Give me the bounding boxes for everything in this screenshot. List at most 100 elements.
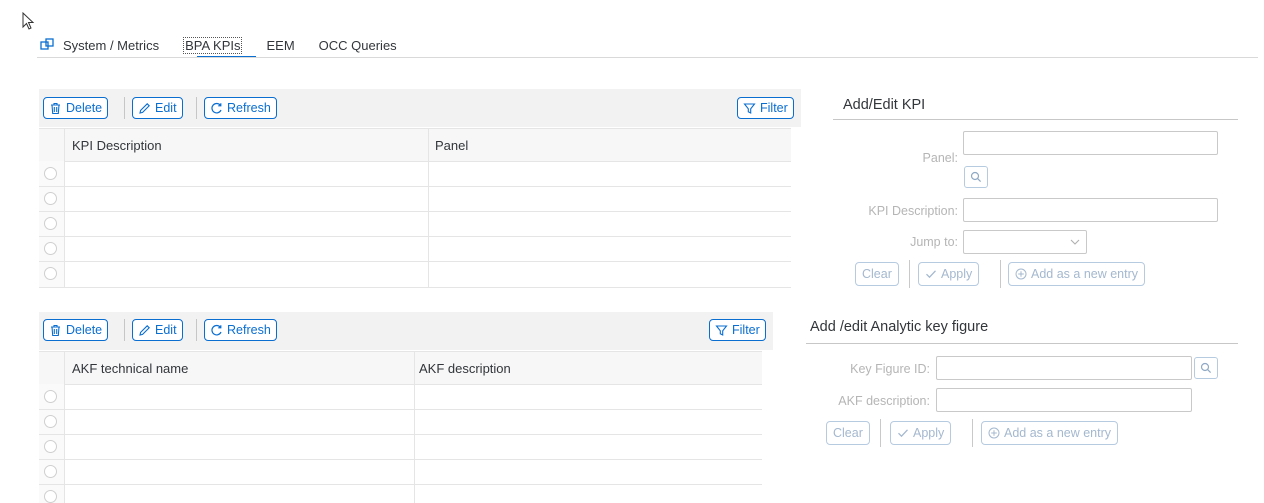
table-row[interactable] xyxy=(39,410,762,435)
table-row[interactable] xyxy=(39,435,762,460)
key-figure-search-button[interactable] xyxy=(1194,357,1218,379)
akf-apply-button[interactable]: Apply xyxy=(890,421,952,445)
table-row[interactable] xyxy=(39,485,762,503)
row-selector xyxy=(39,485,65,503)
kpi-table-header: KPI Description Panel xyxy=(39,128,791,162)
tab-eem-label: EEM xyxy=(266,37,295,53)
akf-edit-label: Edit xyxy=(155,323,177,337)
akf-delete-button[interactable]: Delete xyxy=(43,319,109,341)
kpi-delete-label: Delete xyxy=(66,101,103,115)
table-row[interactable] xyxy=(39,384,762,410)
form-separator xyxy=(880,419,881,447)
pencil-icon xyxy=(139,102,150,114)
kpi-refresh-label: Refresh xyxy=(227,101,271,115)
tab-eem[interactable]: EEM xyxy=(266,38,294,53)
akf-add-new-button[interactable]: Add as a new entry xyxy=(981,421,1119,445)
row-radio[interactable] xyxy=(44,192,57,205)
trash-icon xyxy=(51,324,60,336)
akf-delete-label: Delete xyxy=(66,323,103,337)
key-figure-id-label: Key Figure ID: xyxy=(850,362,930,376)
akf-filter-label: Filter xyxy=(732,323,760,337)
panel-label: Panel: xyxy=(922,151,958,165)
row-selector xyxy=(39,410,65,434)
tab-occ-queries-label: OCC Queries xyxy=(318,37,397,53)
akf-apply-label: Apply xyxy=(913,426,945,440)
akf-edit-button[interactable]: Edit xyxy=(132,319,183,341)
system-metrics-icon xyxy=(40,38,54,50)
row-radio[interactable] xyxy=(44,217,57,230)
form-separator xyxy=(909,260,910,288)
row-radio[interactable] xyxy=(44,167,57,180)
tab-bpa-kpis[interactable]: BPA KPIs xyxy=(183,36,243,54)
row-selector xyxy=(39,460,65,484)
akf-refresh-button[interactable]: Refresh xyxy=(204,319,277,341)
row-radio[interactable] xyxy=(44,390,57,403)
tab-system-metrics[interactable]: System / Metrics xyxy=(40,38,159,53)
row-radio[interactable] xyxy=(44,465,57,478)
trash-icon xyxy=(51,102,60,114)
row-radio[interactable] xyxy=(44,242,57,255)
kpi-form-rule xyxy=(833,119,1238,120)
kpi-clear-button[interactable]: Clear xyxy=(855,262,899,286)
tab-divider xyxy=(37,57,1258,58)
toolbar-separator xyxy=(124,319,125,341)
tab-occ-queries[interactable]: OCC Queries xyxy=(319,38,397,53)
checkmark-icon xyxy=(926,270,936,279)
kpi-form-title: Add/Edit KPI xyxy=(843,97,926,113)
form-separator xyxy=(1000,260,1001,288)
search-icon xyxy=(970,171,982,183)
row-selector xyxy=(39,212,65,236)
table-row[interactable] xyxy=(39,161,791,187)
kpi-col-description[interactable]: KPI Description xyxy=(72,129,162,161)
mouse-pointer-icon xyxy=(22,12,35,30)
row-selector xyxy=(39,161,65,186)
akf-refresh-label: Refresh xyxy=(227,323,271,337)
filter-icon xyxy=(715,324,728,336)
row-radio[interactable] xyxy=(44,440,57,453)
panel-search-button[interactable] xyxy=(964,166,988,188)
akf-description-input[interactable] xyxy=(936,388,1192,412)
row-selector xyxy=(39,237,65,261)
kpi-delete-button[interactable]: Delete xyxy=(43,97,109,119)
tab-bar: System / Metrics BPA KPIs EEM OCC Querie… xyxy=(40,34,421,56)
table-row[interactable] xyxy=(39,187,791,212)
toolbar-separator xyxy=(124,97,125,119)
refresh-icon xyxy=(211,102,222,113)
akf-filter-button[interactable]: Filter xyxy=(709,319,766,341)
kpi-apply-label: Apply xyxy=(941,267,973,281)
kpi-filter-button[interactable]: Filter xyxy=(737,97,794,119)
row-radio[interactable] xyxy=(44,267,57,280)
kpi-add-new-button[interactable]: Add as a new entry xyxy=(1008,262,1146,286)
jump-to-select[interactable] xyxy=(963,230,1087,254)
akf-col-description[interactable]: AKF description xyxy=(419,352,511,384)
toolbar-separator xyxy=(196,97,197,119)
kpi-description-label: KPI Description: xyxy=(868,204,958,218)
akf-table-toolbar: Delete Edit Refresh Filter xyxy=(39,312,773,350)
kpi-table-toolbar: Delete Edit Refresh Filter xyxy=(39,89,801,127)
tab-system-metrics-label: System / Metrics xyxy=(63,37,160,53)
table-row[interactable] xyxy=(39,237,791,262)
form-separator xyxy=(972,419,973,447)
row-radio[interactable] xyxy=(44,415,57,428)
akf-clear-button[interactable]: Clear xyxy=(826,421,870,445)
refresh-icon xyxy=(211,324,222,335)
row-radio[interactable] xyxy=(44,490,57,503)
kpi-edit-button[interactable]: Edit xyxy=(132,97,183,119)
add-circle-icon xyxy=(988,427,1000,439)
kpi-description-input[interactable] xyxy=(963,198,1218,222)
panel-input[interactable] xyxy=(963,131,1218,155)
akf-form-rule xyxy=(806,343,1238,344)
akf-form-title: Add /edit Analytic key figure xyxy=(810,319,989,335)
chevron-down-icon xyxy=(1070,239,1080,245)
table-row[interactable] xyxy=(39,212,791,237)
checkmark-icon xyxy=(898,429,908,438)
akf-col-technical-name[interactable]: AKF technical name xyxy=(72,352,188,384)
table-row[interactable] xyxy=(39,262,791,288)
kpi-col-panel[interactable]: Panel xyxy=(435,129,468,161)
table-row[interactable] xyxy=(39,460,762,485)
key-figure-id-input[interactable] xyxy=(936,356,1192,380)
jump-to-label: Jump to: xyxy=(910,235,958,249)
kpi-apply-button[interactable]: Apply xyxy=(918,262,980,286)
kpi-refresh-button[interactable]: Refresh xyxy=(204,97,277,119)
akf-table-header: AKF technical name AKF description xyxy=(39,351,762,385)
